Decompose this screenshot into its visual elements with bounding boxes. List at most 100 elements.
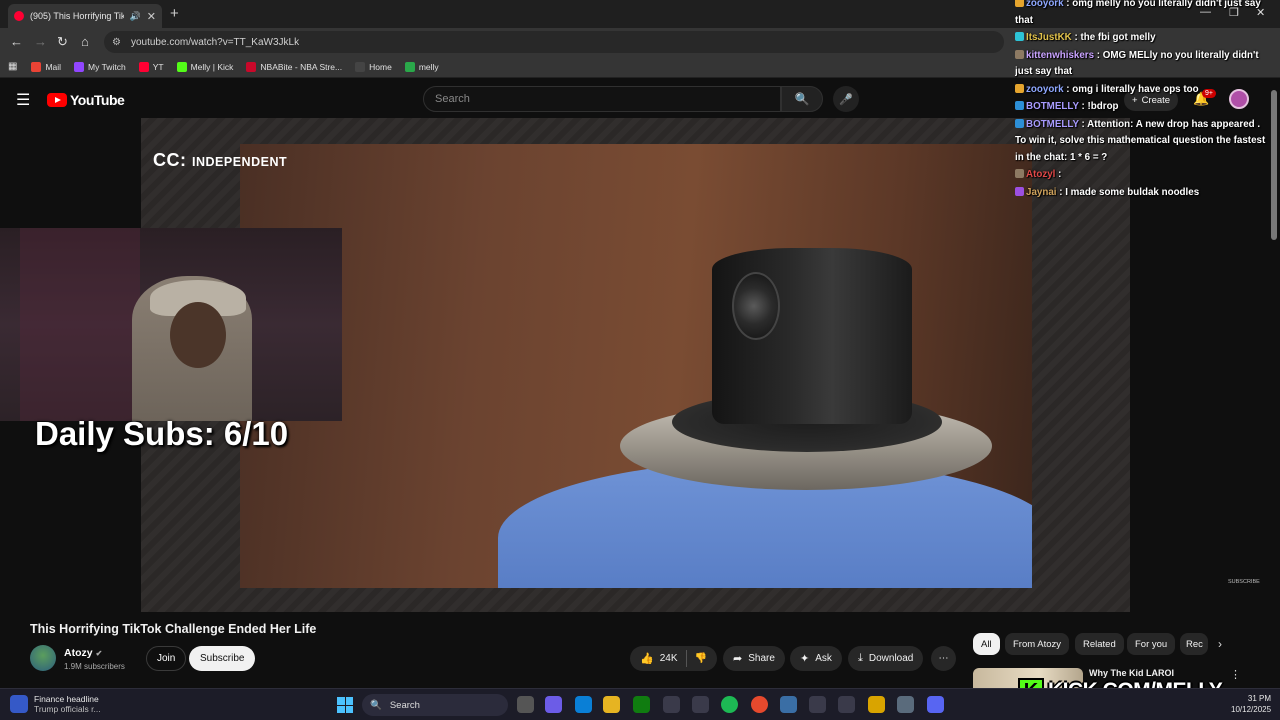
edge-icon[interactable] [575, 696, 592, 713]
youtube-icon [138, 61, 149, 72]
start-button[interactable] [337, 697, 353, 713]
settings-icon[interactable] [897, 696, 914, 713]
speaker-icon[interactable]: 🔊 [130, 11, 141, 22]
cc-label: CC: INDEPENDENT [153, 150, 288, 170]
nozzle-hole [732, 272, 780, 340]
chat-username: kittenwhiskers [1026, 49, 1095, 61]
chip-for-you[interactable]: For you [1127, 633, 1176, 655]
mic-icon: 🎤 [839, 93, 853, 106]
chat-username: zooyork [1026, 83, 1064, 95]
bookmark-x-home[interactable]: Home [355, 61, 392, 72]
file-explorer-icon[interactable] [603, 696, 620, 713]
media-player-icon[interactable] [809, 696, 826, 713]
close-tab-icon[interactable]: ✕ [147, 10, 156, 23]
like-icon[interactable]: 👍 [640, 652, 654, 665]
chip-recent[interactable]: Rec [1180, 633, 1208, 655]
app-icon[interactable] [663, 696, 680, 713]
twitch-icon [74, 61, 85, 72]
like-count[interactable]: 24K [660, 653, 678, 664]
url-field[interactable]: ⚙ youtube.com/watch?v=TT_KaW3JkLk [104, 31, 1004, 53]
chat-username: ItsJustKK [1026, 32, 1072, 43]
join-button[interactable]: Join [146, 646, 187, 671]
video-title: This Horrifying TikTok Challenge Ended H… [30, 622, 317, 636]
bookmark-yt[interactable]: YT [138, 61, 164, 72]
app-icon[interactable] [868, 696, 885, 713]
bookmark-nbabite[interactable]: NBABite - NBA Stre... [246, 61, 342, 72]
like-dislike-group: 👍 24K 👎 [630, 646, 717, 671]
chip-all[interactable]: All [973, 633, 1000, 655]
photos-icon[interactable] [780, 696, 797, 713]
chrome-icon[interactable] [751, 696, 768, 713]
chat-message: kittenwhiskers : OMG MELly no you litera… [1015, 49, 1259, 77]
bookmark-kick[interactable]: Melly | Kick [176, 61, 233, 72]
kick-icon [404, 61, 415, 72]
gmail-icon [31, 61, 42, 72]
bookmark-melly[interactable]: melly [404, 61, 439, 72]
app-icon[interactable] [838, 696, 855, 713]
chip-from-atozy[interactable]: From Atozy [1005, 633, 1070, 655]
subscribe-button[interactable]: Subscribe [189, 646, 256, 671]
ask-button[interactable]: ✦ Ask [790, 646, 842, 671]
subscribe-watermark: SUBSCRIBE [1228, 579, 1260, 585]
bookmark-twitch[interactable]: My Twitch [74, 61, 126, 72]
xbox-icon[interactable] [633, 696, 650, 713]
verified-icon: ✔ [95, 649, 103, 658]
home-icon[interactable]: ⌂ [81, 34, 89, 49]
chat-username: Jaynai [1026, 186, 1057, 198]
chat-badge-icon [1015, 118, 1024, 128]
chat-username: Atozyl [1026, 169, 1056, 180]
kick-icon [176, 61, 187, 72]
new-tab-icon[interactable]: + [170, 5, 179, 22]
youtube-logo[interactable]: YouTube [47, 92, 125, 108]
browser-tab-youtube[interactable]: (905) This Horrifying TikTok 🔊 ✕ [8, 4, 162, 28]
channel-name[interactable]: Atozy ✔ [64, 647, 102, 659]
discord-icon[interactable] [927, 696, 944, 713]
windows-taskbar: Finance headline Trump officials r... 🔍 … [0, 688, 1280, 720]
system-clock[interactable]: 31 PM 10/12/2025 [1231, 693, 1271, 715]
chat-message: BOTMELLY : !bdrop [1015, 99, 1270, 116]
search-icon: 🔍 [794, 92, 810, 106]
apps-icon[interactable]: ▦ [8, 61, 17, 72]
search-icon: 🔍 [370, 699, 382, 711]
chat-message: ItsJustKK : the fbi got melly [1015, 30, 1270, 47]
page-scrollbar[interactable] [1271, 90, 1277, 240]
menu-icon[interactable]: ☰ [16, 90, 30, 110]
forward-icon[interactable]: → [34, 34, 47, 49]
chip-related[interactable]: Related [1075, 633, 1124, 655]
screen: (905) This Horrifying TikTok 🔊 ✕ + ← → ↻… [0, 0, 1280, 720]
more-actions-button[interactable]: ⋯ [931, 646, 956, 671]
spotify-icon[interactable] [721, 696, 738, 713]
news-widget[interactable]: Finance headline Trump officials r... [10, 694, 101, 714]
webcam-overlay [0, 228, 342, 421]
copilot-icon[interactable] [545, 696, 562, 713]
download-button[interactable]: ⤓ Download [848, 646, 924, 671]
store-icon[interactable] [692, 696, 709, 713]
reload-icon[interactable]: ↻ [57, 34, 68, 50]
chat-username: zooyork [1026, 0, 1064, 9]
bookmark-mail[interactable]: Mail [31, 61, 61, 72]
chat-badge-icon [1015, 169, 1024, 178]
chat-message: zooyork : omg i literally have ops too [1015, 82, 1270, 99]
chat-message: zooyork : omg melly no you literally did… [1015, 0, 1261, 26]
youtube-favicon-icon [14, 11, 24, 21]
taskbar-search[interactable]: 🔍 Search [362, 694, 508, 716]
chat-username: BOTMELLY [1026, 101, 1079, 112]
chat-message: Jaynai : I made some buldak noodles [1015, 185, 1270, 202]
stream-chat-overlay: zooyork : omg melly no you literally did… [1015, 0, 1270, 202]
search-button[interactable]: 🔍 [781, 86, 823, 112]
share-button[interactable]: ➦ Share [723, 646, 785, 671]
chat-text: the fbi got melly [1080, 32, 1156, 43]
more-vert-icon[interactable]: ⋮ [1230, 668, 1241, 681]
chat-message: BOTMELLY : Attention: A new drop has app… [1015, 118, 1266, 163]
task-view-icon[interactable] [517, 696, 534, 713]
voice-search-button[interactable]: 🎤 [833, 86, 859, 112]
chat-badge-icon [1015, 32, 1024, 41]
search-input[interactable]: Search [423, 86, 781, 112]
chat-badge-icon [1015, 101, 1024, 110]
site-info-icon[interactable]: ⚙ [112, 37, 121, 48]
channel-avatar[interactable] [30, 645, 56, 671]
dislike-icon[interactable]: 👎 [695, 653, 707, 664]
back-icon[interactable]: ← [10, 34, 23, 49]
download-icon: ⤓ [858, 652, 863, 664]
chevron-right-icon[interactable]: › [1218, 637, 1222, 651]
